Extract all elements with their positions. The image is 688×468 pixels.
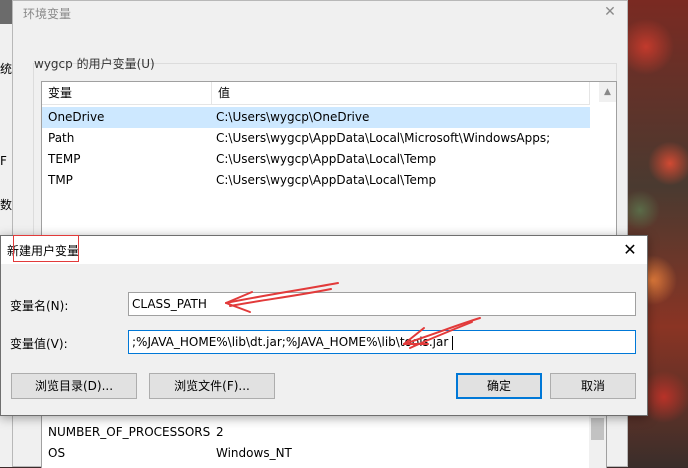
variable-value-label: 变量值(V): [10,337,68,351]
scroll-up-arrow-icon[interactable]: ▲ [599,82,616,102]
background-text-fragment: 数更 [0,198,12,212]
variable-value-input[interactable]: ;%JAVA_HOME%\lib\dt.jar;%JAVA_HOME%\lib\… [128,330,636,354]
table-row[interactable]: TMP C:\Users\wygcp\AppData\Local\Temp [42,170,590,191]
table-row[interactable]: OS Windows_NT [48,443,596,464]
variable-name: OS [48,446,66,460]
user-variables-group-label: wygcp 的用户变量(U) [34,57,155,71]
variable-name: NUMBER_OF_PROCESSORS [48,425,211,439]
close-icon[interactable]: ✕ [601,1,619,23]
variable-name-label: 变量名(N): [10,299,69,313]
column-header-value[interactable]: 值 [212,82,590,104]
table-row[interactable]: NUMBER_OF_PROCESSORS 2 [48,422,596,443]
text-caret [452,335,454,350]
browse-file-button[interactable]: 浏览文件(F)... [149,373,275,399]
variable-name-input-value: CLASS_PATH [132,297,207,311]
new-user-variable-dialog: 新建用户变量 ✕ 变量名(N): CLASS_PATH 变量值(V): ;%JA… [0,235,648,416]
dialog-title: 环境变量 [23,7,72,21]
variable-value: Windows_NT [216,446,292,460]
background-text-fragment: F [0,154,7,168]
table-row[interactable]: Path C:\Users\wygcp\AppData\Local\Micros… [42,128,590,149]
variable-name: Path [48,131,75,145]
variable-value: 2 [216,425,224,439]
variable-value: C:\Users\wygcp\AppData\Local\Temp [216,173,437,187]
scrollbar-thumb[interactable] [591,418,604,440]
cancel-button[interactable]: 取消 [550,373,636,399]
variable-name: TMP [48,173,73,187]
dialog-titlebar: 新建用户变量 ✕ [1,235,647,264]
ok-button[interactable]: 确定 [456,373,542,399]
variable-value: C:\Users\wygcp\AppData\Local\Temp [216,152,437,166]
variable-name: TEMP [48,152,81,166]
close-icon[interactable]: ✕ [619,239,641,261]
column-header-variable[interactable]: 变量 [42,82,212,104]
variable-value-input-value: ;%JAVA_HOME%\lib\dt.jar;%JAVA_HOME%\lib\… [132,335,449,349]
background-text-fragment: 统称 [0,62,12,76]
variable-value: C:\Users\wygcp\OneDrive [216,110,370,124]
background-window-titlebar [0,0,12,24]
variable-name: OneDrive [48,110,105,124]
list-header: 变量 值 [42,82,590,105]
table-row[interactable]: OneDrive C:\Users\wygcp\OneDrive [42,107,590,128]
browse-directory-button[interactable]: 浏览目录(D)... [11,373,137,399]
table-row[interactable]: TEMP C:\Users\wygcp\AppData\Local\Temp [42,149,590,170]
variable-value: C:\Users\wygcp\AppData\Local\Microsoft\W… [216,131,551,145]
variable-name-input[interactable]: CLASS_PATH [128,292,636,316]
annotation-highlight-box [13,235,79,262]
